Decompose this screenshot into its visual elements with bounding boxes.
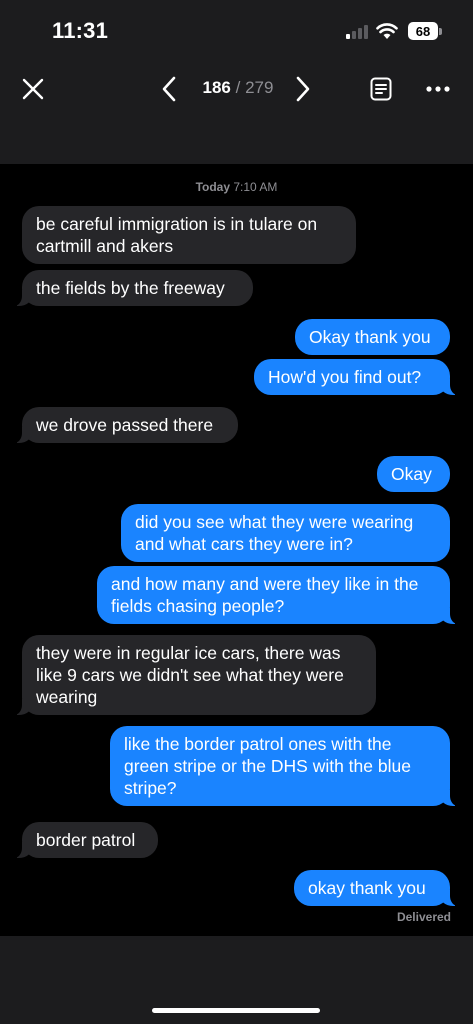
chevron-right-icon — [296, 76, 310, 102]
battery-tip — [439, 28, 442, 35]
previous-button[interactable] — [154, 72, 184, 106]
document-icon — [370, 77, 392, 101]
message-text: we drove passed there — [36, 415, 214, 435]
message-timestamp: Today 7:10 AM — [0, 180, 473, 194]
outgoing-message[interactable]: How'd you find out? — [254, 359, 459, 395]
status-bar: 11:31 68 — [0, 0, 473, 60]
top-bar: 11:31 68 186 / 279 — [0, 0, 473, 164]
details-button[interactable] — [366, 72, 396, 106]
incoming-message[interactable]: we drove passed there — [13, 407, 238, 443]
outgoing-message[interactable]: okay thank you — [294, 870, 459, 906]
counter-current: 186 — [202, 78, 231, 97]
message-text: Okay — [391, 464, 432, 484]
more-icon — [426, 86, 450, 92]
incoming-message[interactable]: border patrol — [13, 822, 158, 858]
incoming-message[interactable]: be careful immigration is in tulare on c… — [22, 206, 356, 264]
outgoing-message[interactable]: like the border patrol ones with the gre… — [110, 726, 459, 806]
chevron-left-icon — [162, 76, 176, 102]
message-text: How'd you find out? — [268, 367, 422, 387]
message-text: and how many and were they like in the f… — [111, 574, 419, 616]
counter-separator: / — [235, 78, 241, 97]
delivery-status: Delivered — [396, 910, 451, 924]
close-icon — [22, 78, 44, 100]
navigation-row: 186 / 279 — [0, 60, 473, 116]
outgoing-message[interactable]: and how many and were they like in the f… — [97, 566, 459, 624]
message-text: Okay thank you — [309, 327, 431, 347]
outgoing-message[interactable]: Okay thank you — [295, 319, 450, 355]
message-text: be careful immigration is in tulare on c… — [36, 214, 318, 256]
incoming-message[interactable]: they were in regular ice cars, there was… — [13, 635, 376, 715]
page-counter: 186 / 279 — [190, 78, 286, 98]
message-text: they were in regular ice cars, there was… — [36, 643, 344, 707]
incoming-message[interactable]: the fields by the freeway — [13, 270, 253, 306]
signal-icon — [346, 25, 370, 39]
bottom-bar — [0, 936, 473, 1024]
more-button[interactable] — [422, 72, 454, 106]
message-text: okay thank you — [308, 878, 426, 898]
message-text: like the border patrol ones with the gre… — [124, 734, 411, 798]
message-text: the fields by the freeway — [36, 278, 225, 298]
home-indicator[interactable] — [152, 1008, 320, 1013]
status-time: 11:31 — [52, 18, 109, 43]
outgoing-message[interactable]: did you see what they were wearing and w… — [121, 504, 450, 562]
counter-total: 279 — [245, 78, 274, 97]
next-button[interactable] — [288, 72, 318, 106]
timestamp-time: 7:10 AM — [233, 180, 278, 194]
outgoing-message[interactable]: Okay — [377, 456, 450, 492]
message-text: border patrol — [36, 830, 136, 850]
close-button[interactable] — [16, 72, 50, 106]
timestamp-day: Today — [195, 180, 231, 194]
wifi-icon — [376, 22, 398, 45]
battery-icon: 68 — [408, 22, 438, 40]
message-text: did you see what they were wearing and w… — [135, 512, 414, 554]
message-thread[interactable]: Today 7:10 AM be careful immigration is … — [0, 164, 473, 936]
